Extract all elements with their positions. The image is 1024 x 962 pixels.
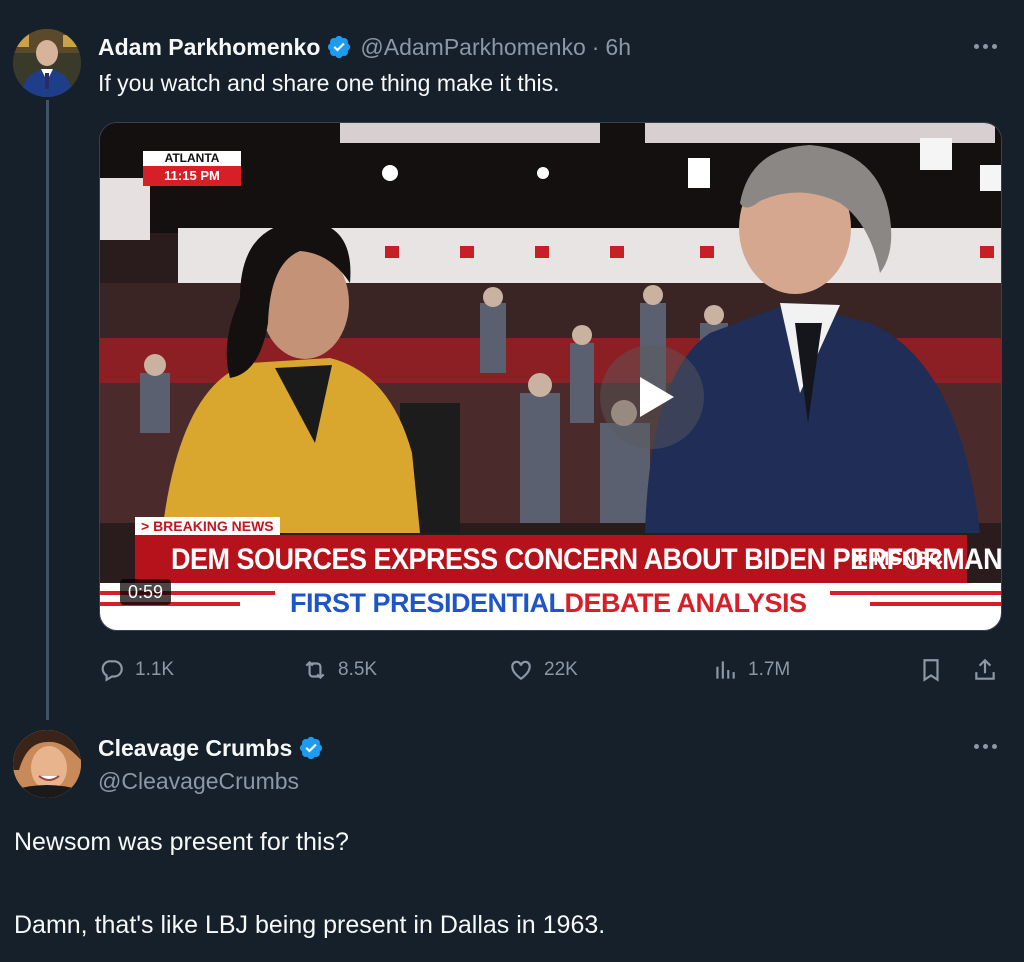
avatar[interactable] [13, 730, 81, 798]
reply-button[interactable]: 1.1K [99, 652, 174, 688]
bookmark-icon [923, 659, 939, 682]
author-handle[interactable]: @AdamParkhomenko [360, 34, 585, 61]
author-row: Cleavage Crumbs [98, 731, 324, 765]
reply-count: 1.1K [135, 659, 175, 680]
tweet-thread: Adam Parkhomenko @AdamParkhomenko · 6h I… [0, 0, 1024, 962]
reply-author-display-name[interactable]: Cleavage Crumbs [98, 735, 292, 762]
network-logo: ✱ MSNBC [852, 548, 943, 571]
like-button[interactable]: 22K [508, 652, 578, 688]
reply-author-handle[interactable]: @CleavageCrumbs [98, 768, 299, 795]
views-chart-icon [716, 661, 735, 679]
reply-text-line2: Damn, that's like LBJ being present in D… [14, 911, 606, 939]
video-player[interactable]: ATLANTA 11:15 PM > BREAKING NEWS DEM SOU… [99, 122, 1002, 631]
author-display-name[interactable]: Adam Parkhomenko [98, 34, 320, 61]
share-icon [975, 658, 995, 680]
more-options-button[interactable] [968, 736, 1002, 756]
play-button[interactable] [600, 345, 704, 449]
timestamp[interactable]: 6h [605, 34, 631, 61]
thread-connector-line [46, 100, 49, 720]
heart-icon [511, 660, 531, 680]
verified-badge-icon [328, 35, 351, 59]
repost-button[interactable]: 8.5K [302, 652, 377, 688]
clock-label: 11:15 PM [143, 166, 241, 186]
repost-count: 8.5K [338, 659, 378, 680]
headline-banner: DEM SOURCES EXPRESS CONCERN ABOUT BIDEN … [135, 535, 1001, 583]
tweet-text: If you watch and share one thing make it… [98, 70, 560, 96]
views-button[interactable]: 1.7M [712, 652, 790, 688]
reply-icon [101, 660, 123, 682]
author-row: Adam Parkhomenko @AdamParkhomenko · 6h [98, 30, 631, 64]
more-dot-icon [982, 43, 988, 49]
subhead: FIRST PRESIDENTIALDEBATE ANALYSIS [290, 588, 807, 619]
separator: · [591, 33, 600, 60]
location-clock-box: ATLANTA 11:15 PM [143, 151, 241, 187]
reply-text-line1: Newsom was present for this? [14, 828, 349, 856]
more-dot-icon [973, 743, 979, 749]
bookmark-button[interactable] [918, 652, 944, 688]
peacock-icon: ✱ [852, 548, 869, 570]
video-duration: 0:59 [120, 579, 172, 605]
play-icon [640, 377, 674, 417]
more-dot-icon [982, 743, 988, 749]
subhead-part2: DEBATE ANALYSIS [564, 588, 808, 618]
location-label: ATLANTA [143, 151, 241, 166]
breaking-news-label: > BREAKING NEWS [135, 517, 280, 535]
more-dot-icon [991, 43, 997, 49]
more-dot-icon [991, 743, 997, 749]
network-name: MSNBC [873, 548, 943, 570]
repost-icon [305, 660, 325, 680]
share-button[interactable] [972, 652, 998, 688]
more-options-button[interactable] [968, 36, 1002, 56]
verified-badge-icon [300, 736, 323, 760]
subhead-part1: FIRST PRESIDENTIAL [290, 588, 565, 618]
more-dot-icon [973, 43, 979, 49]
like-count: 22K [544, 659, 578, 680]
views-count: 1.7M [748, 659, 791, 680]
avatar[interactable] [13, 29, 81, 97]
